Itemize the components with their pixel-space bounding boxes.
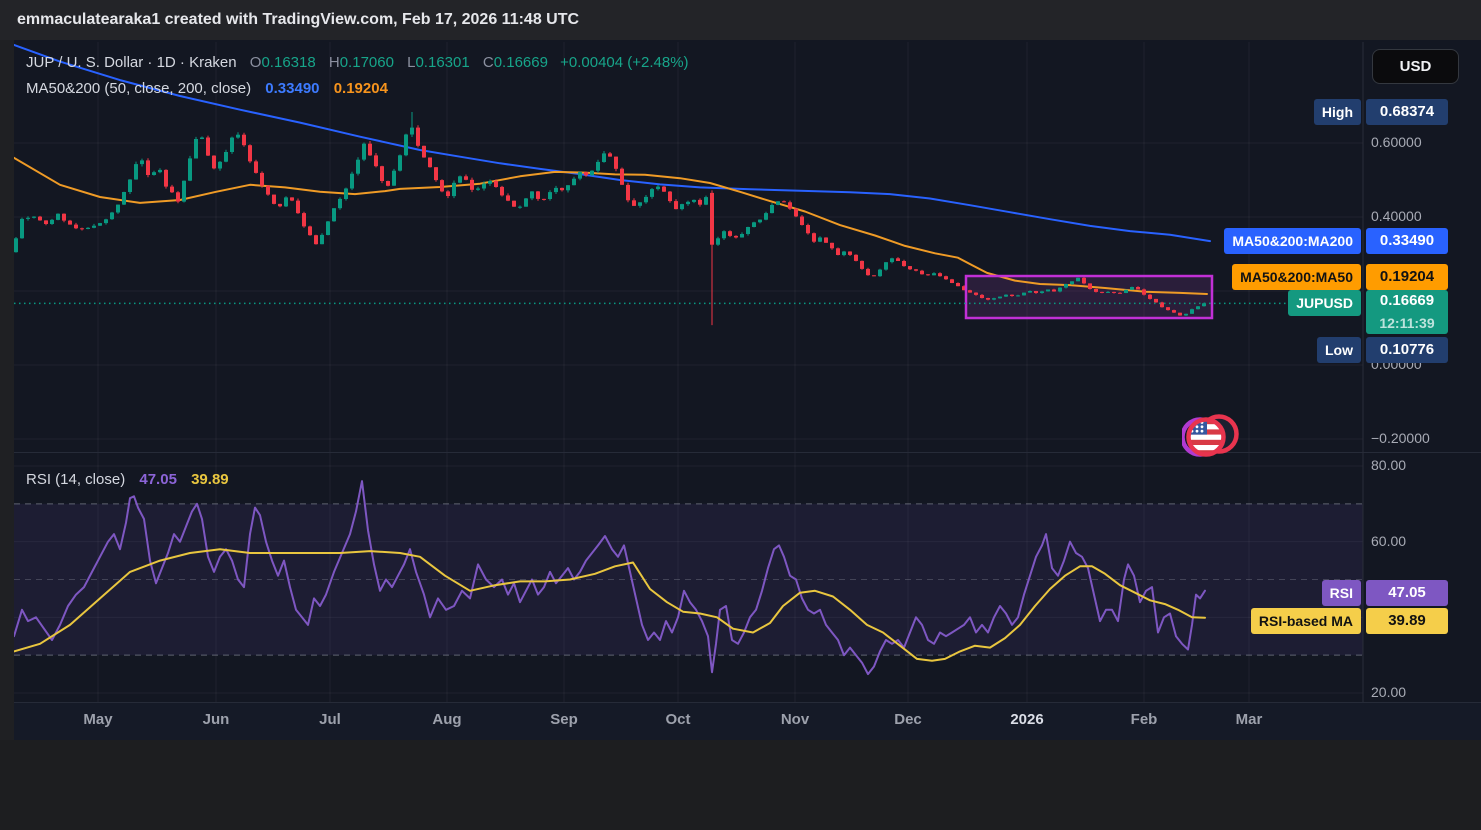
time-axis-label: 2026	[1010, 711, 1044, 728]
ma200-badge-label[interactable]: MA50&200:MA200	[1224, 228, 1361, 254]
symbol-badge-label[interactable]: JUPUSD	[1288, 290, 1361, 316]
currency-toggle-button[interactable]: USD	[1372, 49, 1459, 84]
rsi-legend-value: 47.05	[139, 471, 177, 488]
ma-legend-row[interactable]: MA50&200 (50, close, 200, close) 0.33490…	[26, 80, 388, 97]
rsi-badge-value: 47.05	[1366, 580, 1448, 606]
time-axis-label: Mar	[1235, 711, 1263, 728]
close-value: 0.16669	[493, 54, 548, 71]
open-value: 0.16318	[261, 54, 316, 71]
footer-bar: TradingView	[0, 740, 1481, 830]
rsi-badge-label[interactable]: RSI	[1321, 580, 1361, 606]
rsi-legend-row[interactable]: RSI (14, close) 47.05 39.89	[26, 471, 229, 488]
time-axis-label: Dec	[894, 711, 922, 728]
axis-tick: 0.40000	[1371, 208, 1422, 224]
time-axis-label: Feb	[1130, 711, 1158, 728]
last-price-badge: 0.16669 12:11:39	[1366, 290, 1448, 334]
low-badge-value: 0.10776	[1366, 337, 1448, 363]
bar-countdown: 12:11:39	[1379, 315, 1435, 331]
us-flag-icon	[1180, 410, 1242, 467]
time-axis-label: Sep	[550, 711, 578, 728]
ma200-legend-value: 0.33490	[265, 80, 320, 97]
high-value: 0.17060	[339, 54, 394, 71]
rsi-ma-badge-value: 39.89	[1366, 608, 1448, 634]
ma50-badge-label[interactable]: MA50&200:MA50	[1232, 264, 1361, 290]
time-axis-label: May	[83, 711, 113, 728]
low-value: 0.16301	[415, 54, 470, 71]
time-axis-label: Jul	[319, 711, 341, 728]
high-badge-value: 0.68374	[1366, 99, 1448, 125]
rsi-ma-legend-value: 39.89	[191, 471, 229, 488]
symbol-title: JUP / U. S. Dollar · 1D · Kraken	[26, 54, 237, 71]
open-label: O	[249, 54, 262, 71]
high-label: H	[328, 54, 340, 71]
axis-tick: 20.00	[1371, 683, 1407, 700]
axis-tick: 0.60000	[1371, 134, 1422, 150]
change-value: +0.00404 (+2.48%)	[560, 54, 689, 71]
close-label: C	[482, 54, 494, 71]
high-badge-label: High	[1313, 99, 1361, 125]
time-axis-label: Aug	[432, 711, 462, 728]
last-price-value: 0.16669	[1379, 292, 1435, 309]
ma50-legend-value: 0.19204	[333, 80, 388, 97]
axis-tick: 60.00	[1371, 532, 1407, 549]
ma50-badge-value: 0.19204	[1366, 264, 1448, 290]
ma200-badge-value: 0.33490	[1366, 228, 1448, 254]
symbol-legend-row[interactable]: JUP / U. S. Dollar · 1D · Kraken O0.1631…	[26, 54, 689, 71]
low-badge-label: Low	[1317, 337, 1361, 363]
axis-tick: −0.20000	[1371, 430, 1430, 446]
tradingview-snapshot: emmaculatearaka1 created with TradingVie…	[0, 0, 1481, 830]
ma-indicator-title: MA50&200 (50, close, 200, close)	[26, 80, 252, 97]
time-axis-label: Oct	[665, 711, 691, 728]
time-axis-label: Nov	[780, 711, 810, 728]
axis-tick: 80.00	[1371, 457, 1407, 473]
time-axis-label: Jun	[202, 711, 230, 728]
rsi-indicator-title: RSI (14, close)	[26, 471, 126, 488]
rsi-ma-badge-label[interactable]: RSI-based MA	[1250, 608, 1361, 634]
